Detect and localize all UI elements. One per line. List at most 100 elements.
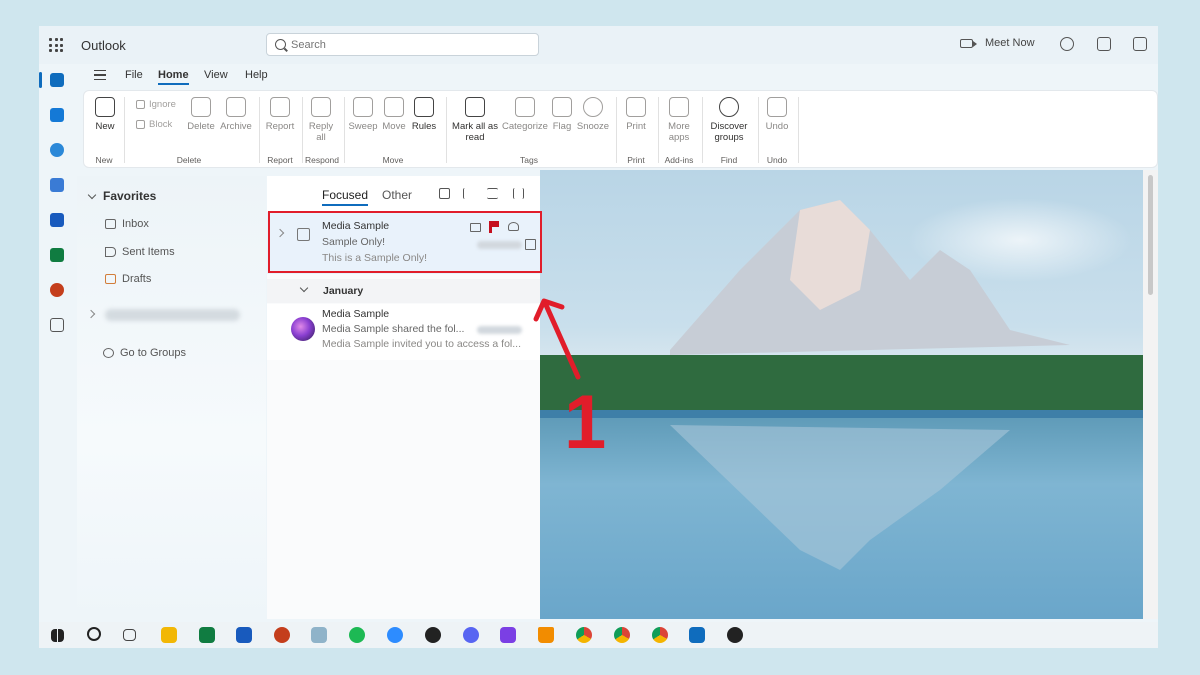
- block-icon: [136, 120, 145, 129]
- word-icon[interactable]: [236, 627, 252, 643]
- chrome-profile-icon[interactable]: [614, 627, 630, 643]
- flag-button[interactable]: Flag: [550, 97, 574, 132]
- group-find: Find: [720, 155, 738, 165]
- powerpoint-icon[interactable]: [50, 283, 64, 297]
- sweep-button[interactable]: Sweep: [348, 97, 378, 132]
- chrome-icon[interactable]: [576, 627, 592, 643]
- note-icon[interactable]: [1133, 37, 1147, 51]
- people-icon[interactable]: [50, 143, 64, 157]
- annotation-number: 1: [564, 380, 607, 465]
- clapper-icon[interactable]: [500, 627, 516, 643]
- delete-button[interactable]: Delete: [186, 97, 216, 132]
- folder-sent[interactable]: Sent Items: [105, 246, 175, 258]
- tab-help[interactable]: Help: [245, 69, 268, 81]
- sort-icon[interactable]: [513, 188, 524, 199]
- archive-button[interactable]: Archive: [218, 97, 254, 132]
- section-header-january[interactable]: January: [267, 279, 540, 303]
- rules-button[interactable]: Rules: [410, 97, 438, 132]
- filter-icon[interactable]: [487, 188, 498, 199]
- mail-icon[interactable]: [50, 73, 64, 87]
- outlook-icon[interactable]: [689, 627, 705, 643]
- apps-icon[interactable]: [50, 318, 64, 332]
- app-icon[interactable]: [311, 627, 327, 643]
- tab-other[interactable]: Other: [382, 188, 412, 202]
- archive-label: Archive: [220, 121, 252, 132]
- hamburger-icon[interactable]: [94, 70, 106, 80]
- message-item[interactable]: Media Sample Media Sample shared the fol…: [267, 304, 540, 360]
- obs-icon[interactable]: [727, 627, 743, 643]
- message-date-blurred: [477, 326, 522, 334]
- report-button[interactable]: Report: [262, 97, 298, 132]
- separator: [658, 97, 659, 163]
- snooze-label: Snooze: [576, 121, 610, 132]
- discord-icon[interactable]: [463, 627, 479, 643]
- reply-all-icon: [311, 97, 331, 117]
- categorize-label: Categorize: [502, 121, 548, 132]
- ribbon: New New Ignore Block Delete Archive Dele…: [83, 90, 1158, 168]
- inbox-label: Inbox: [122, 218, 149, 230]
- move-button[interactable]: Move: [380, 97, 408, 132]
- excel-icon[interactable]: [50, 248, 64, 262]
- shield-icon: [270, 97, 290, 117]
- new-button[interactable]: New: [90, 97, 120, 132]
- mark-all-read-label-2: read: [465, 132, 485, 143]
- scrollbar-thumb[interactable]: [1148, 175, 1153, 295]
- mountain-shape: [670, 200, 1070, 355]
- todo-icon[interactable]: [50, 178, 64, 192]
- vlc-icon[interactable]: [538, 627, 554, 643]
- chevron-right-icon[interactable]: [86, 309, 96, 319]
- powerpoint-icon[interactable]: [274, 627, 290, 643]
- reading-pane-scrollbar[interactable]: [1143, 170, 1158, 619]
- groups-icon: [103, 348, 114, 358]
- office-icon[interactable]: [1097, 37, 1111, 51]
- spotify-icon[interactable]: [349, 627, 365, 643]
- tab-home[interactable]: Home: [158, 69, 189, 85]
- discover-groups-button[interactable]: Discover groups: [706, 97, 752, 143]
- windows-start-icon[interactable]: [51, 629, 64, 642]
- snooze-button[interactable]: Snooze: [576, 97, 610, 132]
- separator: [124, 97, 125, 163]
- groups-icon: [719, 97, 739, 117]
- excel-icon[interactable]: [199, 627, 215, 643]
- file-explorer-icon[interactable]: [161, 627, 177, 643]
- search-icon[interactable]: [87, 627, 101, 641]
- folder-drafts[interactable]: Drafts: [105, 273, 151, 285]
- folder-inbox[interactable]: Inbox: [105, 218, 149, 230]
- reply-all-button[interactable]: Reply all: [306, 97, 336, 143]
- account-name-blurred[interactable]: [105, 309, 240, 321]
- active-indicator: [39, 72, 42, 88]
- jump-icon[interactable]: [463, 188, 474, 199]
- tab-focused[interactable]: Focused: [322, 188, 369, 206]
- discover-groups-label-2: groups: [714, 132, 744, 143]
- app-launcher-icon[interactable]: [49, 38, 63, 52]
- word-icon[interactable]: [50, 213, 64, 227]
- more-apps-button[interactable]: More apps: [664, 97, 694, 143]
- forest-band: [540, 355, 1143, 415]
- undo-button[interactable]: Undo: [762, 97, 792, 132]
- meet-now-button[interactable]: Meet Now: [960, 37, 1035, 49]
- tab-view[interactable]: View: [204, 69, 228, 81]
- chrome-profile-icon[interactable]: [652, 627, 668, 643]
- block-button[interactable]: Block: [136, 119, 172, 130]
- mark-all-read-label-1: Mark all as: [452, 121, 498, 132]
- ignore-button[interactable]: Ignore: [136, 99, 176, 110]
- app-title: Outlook: [81, 38, 126, 53]
- select-icon[interactable]: [439, 188, 450, 199]
- categorize-button[interactable]: Categorize: [502, 97, 548, 132]
- mark-all-read-button[interactable]: Mark all as read: [450, 97, 500, 143]
- tab-file[interactable]: File: [125, 69, 143, 81]
- favorites-header[interactable]: Favorites: [87, 189, 156, 203]
- obs-icon[interactable]: [425, 627, 441, 643]
- go-to-groups-link[interactable]: Go to Groups: [103, 347, 186, 359]
- reply-all-label-1: Reply: [308, 121, 334, 132]
- report-label: Report: [265, 121, 295, 132]
- teams-icon[interactable]: [1060, 37, 1074, 51]
- zoom-icon[interactable]: [387, 627, 403, 643]
- print-button[interactable]: Print: [622, 97, 650, 132]
- group-print: Print: [627, 155, 645, 165]
- flag-outline-icon: [552, 97, 572, 117]
- task-view-icon[interactable]: [123, 629, 136, 641]
- search-input[interactable]: [291, 37, 531, 52]
- calendar-icon[interactable]: [50, 108, 64, 122]
- search-box[interactable]: [266, 33, 539, 56]
